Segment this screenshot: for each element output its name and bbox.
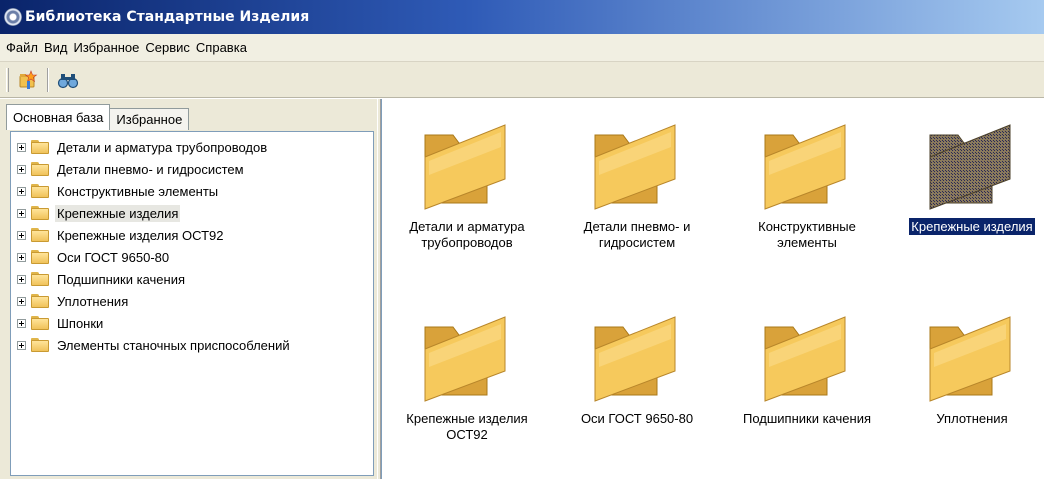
tab-favorites[interactable]: Избранное (109, 108, 190, 130)
menu-help[interactable]: Справка (196, 38, 247, 57)
navigation-panel: Основная база Избранное Детали и арматур… (0, 99, 377, 479)
tree-item[interactable]: Детали пневмо- и гидросистем (11, 158, 373, 180)
add-favorite-button[interactable] (15, 67, 41, 93)
folder-item[interactable]: Детали и арматура трубопроводов (382, 117, 552, 251)
menu-service[interactable]: Сервис (145, 38, 190, 57)
tree-item[interactable]: Оси ГОСТ 9650-80 (11, 246, 373, 268)
tree-item-label: Крепежные изделия ОСТ92 (57, 227, 224, 243)
folder-item-label: Крепежные изделия (909, 218, 1035, 235)
folder-item[interactable]: Подшипники качения (722, 309, 892, 427)
folder-icon (31, 250, 49, 264)
search-button[interactable] (55, 67, 81, 93)
tree-item-label: Конструктивные элементы (57, 183, 219, 199)
expand-plus-icon[interactable] (17, 164, 26, 174)
folder-icon (31, 294, 49, 308)
tree-item-label: Крепежные изделия (55, 204, 181, 222)
expand-plus-icon[interactable] (17, 274, 26, 284)
add-favorite-icon (19, 69, 38, 89)
toolbar (0, 62, 1044, 98)
tree-item[interactable]: Элементы станочных приспособлений (11, 334, 373, 356)
title-bar[interactable]: Библиотека Стандартные Изделия (0, 0, 1044, 34)
folder-item[interactable]: Конструктивные элементы (722, 117, 892, 251)
folder-icon (31, 228, 49, 242)
folder-item-label: Оси ГОСТ 9650-80 (580, 411, 694, 426)
menu-view[interactable]: Вид (44, 38, 68, 57)
tree-item-selected[interactable]: Крепежные изделия (11, 202, 373, 224)
window-title: Библиотека Стандартные Изделия (25, 9, 310, 25)
tree-item[interactable]: Уплотнения (11, 290, 373, 312)
folder-item-label: Конструктивные элементы (758, 219, 856, 250)
tree-item[interactable]: Подшипники качения (11, 268, 373, 290)
menu-file[interactable]: Файл (6, 38, 38, 57)
folder-icon (764, 316, 846, 402)
toolbar-grip[interactable] (6, 67, 9, 92)
folder-item[interactable]: Крепежные изделия ОСТ92 (382, 309, 552, 443)
tree-item-label: Уплотнения (57, 293, 129, 309)
binoculars-search-icon (57, 73, 79, 88)
expand-plus-icon[interactable] (17, 186, 26, 196)
folder-icon (31, 316, 49, 330)
folder-view: Детали и арматура трубопроводов Детали п… (381, 99, 1044, 479)
folder-item-label: Детали и арматура трубопроводов (409, 219, 525, 250)
tree-item[interactable]: Конструктивные элементы (11, 180, 373, 202)
expand-plus-icon[interactable] (17, 252, 26, 262)
folder-item-label: Детали пневмо- и гидросистем (583, 219, 691, 250)
folder-item[interactable]: Оси ГОСТ 9650-80 (552, 309, 722, 427)
expand-plus-icon[interactable] (17, 340, 26, 350)
tree-item[interactable]: Детали и арматура трубопроводов (11, 136, 373, 158)
folder-icon (929, 124, 1011, 210)
folder-icon (31, 162, 49, 176)
tree-item-label: Оси ГОСТ 9650-80 (57, 249, 170, 265)
menu-bar: Файл Вид Избранное Сервис Справка (0, 34, 1044, 62)
folder-icon (594, 124, 676, 210)
folder-icon (764, 124, 846, 210)
tree-item[interactable]: Шпонки (11, 312, 373, 334)
folder-icon (31, 272, 49, 286)
tab-main-base[interactable]: Основная база (6, 104, 111, 130)
folder-icon (424, 124, 506, 210)
folder-icon (31, 338, 49, 352)
tree-item-label: Детали пневмо- и гидросистем (57, 161, 244, 177)
toolbar-separator (47, 67, 49, 92)
expand-plus-icon[interactable] (17, 296, 26, 306)
expand-plus-icon[interactable] (17, 230, 26, 240)
expand-plus-icon[interactable] (17, 142, 26, 152)
folder-item-selected[interactable]: Крепежные изделия (887, 117, 1044, 235)
category-tree[interactable]: Детали и арматура трубопроводов Детали п… (10, 131, 374, 476)
folder-item-label: Уплотнения (936, 411, 1008, 426)
panel-tabs: Основная база Избранное (6, 104, 190, 130)
menu-favorites[interactable]: Избранное (74, 38, 140, 57)
folder-icon (424, 316, 506, 402)
expand-plus-icon[interactable] (17, 208, 26, 218)
folder-item-label: Крепежные изделия ОСТ92 (406, 411, 528, 442)
tree-item-label: Элементы станочных приспособлений (57, 337, 290, 353)
folder-icon (929, 316, 1011, 402)
folder-icon (31, 206, 49, 220)
folder-icon (31, 140, 49, 154)
folder-item[interactable]: Детали пневмо- и гидросистем (552, 117, 722, 251)
folder-icon (31, 184, 49, 198)
tree-item-label: Детали и арматура трубопроводов (57, 139, 268, 155)
folder-icon (594, 316, 676, 402)
folder-item-label: Подшипники качения (742, 411, 871, 426)
tree-item-label: Шпонки (57, 315, 104, 331)
folder-item[interactable]: Уплотнения (887, 309, 1044, 427)
tree-item-label: Подшипники качения (57, 271, 186, 287)
app-icon[interactable] (4, 8, 22, 26)
tree-item[interactable]: Крепежные изделия ОСТ92 (11, 224, 373, 246)
expand-plus-icon[interactable] (17, 318, 26, 328)
